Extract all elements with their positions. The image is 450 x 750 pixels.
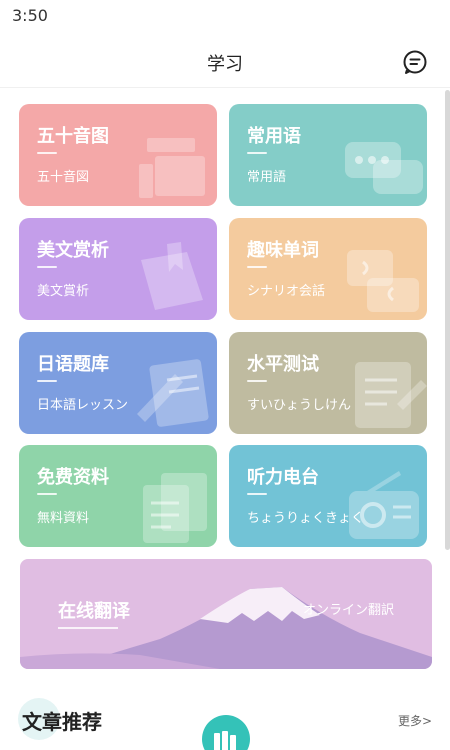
card-title: 趣味单词 [247, 240, 319, 261]
chat-bubble-icon [403, 50, 427, 74]
book-stack-icon [139, 138, 205, 198]
card-question-bank[interactable]: 日语题库 日本語レッスン [19, 332, 217, 434]
header: 学习 [0, 36, 450, 88]
card-subtitle: 日本語レッスン [37, 398, 129, 413]
message-button[interactable] [402, 49, 428, 75]
banner-divider [58, 627, 118, 629]
banner-online-translation[interactable]: 在线翻译 オンライン翻訳 [20, 559, 432, 669]
more-link[interactable]: 更多> [398, 712, 432, 729]
card-subtitle: シナリオ会話 [247, 284, 326, 299]
card-divider [37, 152, 57, 154]
card-gojuon[interactable]: 五十音图 五十音図 [19, 104, 217, 206]
books-icon [214, 731, 236, 750]
card-reading[interactable]: 美文赏析 美文賞析 [19, 218, 217, 320]
test-paper-icon [355, 362, 427, 428]
card-divider [247, 380, 267, 382]
documents-icon [143, 473, 207, 543]
card-divider [37, 266, 57, 268]
card-title: 水平测试 [247, 354, 319, 375]
card-title: 常用语 [247, 126, 301, 147]
banner-subtitle: オンライン翻訳 [302, 603, 394, 618]
card-vocab[interactable]: 趣味单词 シナリオ会話 [229, 218, 427, 320]
card-divider [247, 493, 267, 495]
card-title: 美文赏析 [37, 240, 109, 261]
card-free-materials[interactable]: 免费资料 無料資料 [19, 445, 217, 547]
card-phrases[interactable]: 常用语 常用語 [229, 104, 427, 206]
card-subtitle: 無料資料 [37, 511, 90, 526]
bookmark-book-icon [141, 242, 203, 310]
section-title: 文章推荐 [22, 710, 102, 734]
card-subtitle: 常用語 [247, 170, 287, 185]
card-divider [247, 152, 267, 154]
card-divider [37, 380, 57, 382]
card-title: 五十音图 [37, 126, 109, 147]
card-divider [37, 493, 57, 495]
card-title: 听力电台 [247, 467, 319, 488]
chat-bubbles-icon [345, 142, 423, 194]
page-title: 学习 [207, 54, 243, 75]
card-title: 免费资料 [37, 467, 109, 488]
card-subtitle: 五十音図 [37, 170, 90, 185]
status-bar: 3:50 [0, 0, 450, 32]
status-time: 3:50 [12, 6, 48, 25]
banner-title: 在线翻译 [58, 601, 130, 622]
card-divider [247, 266, 267, 268]
speech-dialog-icon [347, 250, 419, 312]
card-subtitle: すいひょうしけん [247, 398, 352, 413]
card-title: 日语题库 [37, 354, 109, 375]
document-pen-icon [137, 359, 209, 427]
card-subtitle: ちょうりょくきょく [247, 511, 365, 526]
floating-action-button[interactable] [202, 715, 250, 750]
card-level-test[interactable]: 水平测试 すいひょうしけん [229, 332, 427, 434]
scrollbar[interactable] [445, 90, 450, 550]
card-subtitle: 美文賞析 [37, 284, 90, 299]
radio-icon [349, 471, 419, 539]
card-listening-radio[interactable]: 听力电台 ちょうりょくきょく [229, 445, 427, 547]
